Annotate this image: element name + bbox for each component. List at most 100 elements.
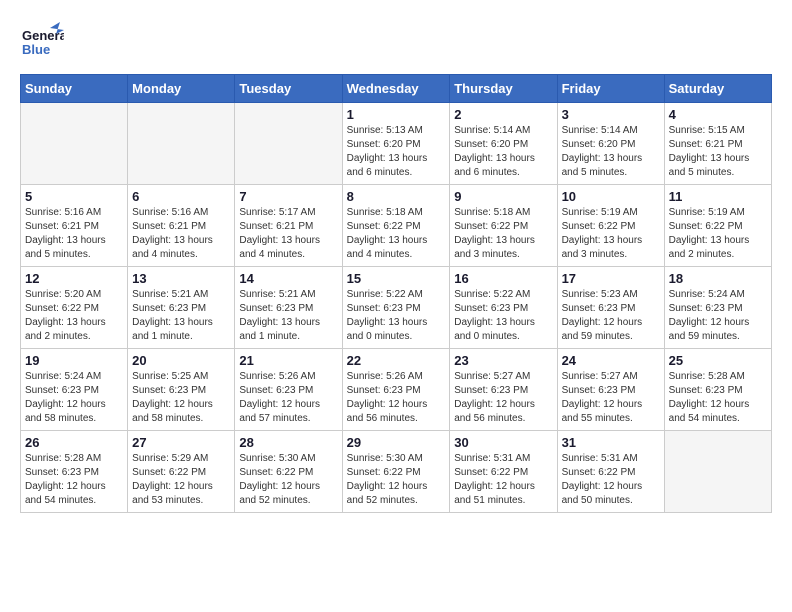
calendar-cell <box>664 431 771 513</box>
calendar-cell: 29Sunrise: 5:30 AMSunset: 6:22 PMDayligh… <box>342 431 450 513</box>
day-info: Sunrise: 5:27 AMSunset: 6:23 PMDaylight:… <box>454 370 552 426</box>
day-number: 3 <box>562 107 660 122</box>
week-row-2: 5 Sunrise: 5:16 AMSunset: 6:21 PMDaylight… <box>21 185 772 267</box>
calendar-cell: 24Sunrise: 5:27 AMSunset: 6:23 PMDayligh… <box>557 349 664 431</box>
calendar-cell: 18 Sunrise: 5:24 AMSunset: 6:23 PMDayligh… <box>664 267 771 349</box>
day-info: Sunrise: 5:25 AMSunset: 6:23 PMDaylight:… <box>132 370 230 426</box>
week-row-1: 1 Sunrise: 5:13 AMSunset: 6:20 PMDaylight… <box>21 103 772 185</box>
weekday-header-thursday: Thursday <box>450 75 557 103</box>
day-info: Sunrise: 5:30 AMSunset: 6:22 PMDaylight:… <box>347 452 446 508</box>
day-info: Sunrise: 5:15 AMSunset: 6:21 PMDaylight:… <box>669 124 767 180</box>
day-number: 26 <box>25 435 123 450</box>
day-info: Sunrise: 5:21 AMSunset: 6:23 PMDaylight:… <box>132 288 230 344</box>
day-info: Sunrise: 5:19 AMSunset: 6:22 PMDaylight:… <box>669 206 767 262</box>
week-row-3: 12Sunrise: 5:20 AMSunset: 6:22 PMDayligh… <box>21 267 772 349</box>
day-number: 22 <box>347 353 446 368</box>
calendar-cell: 23 Sunrise: 5:27 AMSunset: 6:23 PMDayligh… <box>450 349 557 431</box>
day-number: 23 <box>454 353 552 368</box>
day-info: Sunrise: 5:19 AMSunset: 6:22 PMDaylight:… <box>562 206 660 262</box>
day-number: 12 <box>25 271 123 286</box>
day-info: Sunrise: 5:18 AMSunset: 6:22 PMDaylight:… <box>454 206 552 262</box>
calendar-cell: 10 Sunrise: 5:19 AMSunset: 6:22 PMDayligh… <box>557 185 664 267</box>
day-number: 20 <box>132 353 230 368</box>
day-number: 6 <box>132 189 230 204</box>
day-number: 7 <box>239 189 337 204</box>
day-info: Sunrise: 5:24 AMSunset: 6:23 PMDaylight:… <box>669 288 767 344</box>
calendar-cell: 20 Sunrise: 5:25 AMSunset: 6:23 PMDayligh… <box>128 349 235 431</box>
day-info: Sunrise: 5:24 AMSunset: 6:23 PMDaylight:… <box>25 370 123 426</box>
calendar-cell: 31 Sunrise: 5:31 AMSunset: 6:22 PMDayligh… <box>557 431 664 513</box>
day-info: Sunrise: 5:16 AMSunset: 6:21 PMDaylight:… <box>25 206 123 262</box>
week-row-5: 26Sunrise: 5:28 AMSunset: 6:23 PMDayligh… <box>21 431 772 513</box>
page-header: General Blue <box>20 20 772 64</box>
calendar-cell: 16 Sunrise: 5:22 AMSunset: 6:23 PMDayligh… <box>450 267 557 349</box>
calendar-cell <box>235 103 342 185</box>
day-info: Sunrise: 5:16 AMSunset: 6:21 PMDaylight:… <box>132 206 230 262</box>
calendar-cell: 19 Sunrise: 5:24 AMSunset: 6:23 PMDayligh… <box>21 349 128 431</box>
weekday-header-row: SundayMondayTuesdayWednesdayThursdayFrid… <box>21 75 772 103</box>
logo: General Blue <box>20 20 64 64</box>
day-number: 27 <box>132 435 230 450</box>
calendar-cell: 1 Sunrise: 5:13 AMSunset: 6:20 PMDaylight… <box>342 103 450 185</box>
day-info: Sunrise: 5:22 AMSunset: 6:23 PMDaylight:… <box>347 288 446 344</box>
calendar-cell: 28 Sunrise: 5:30 AMSunset: 6:22 PMDayligh… <box>235 431 342 513</box>
day-number: 15 <box>347 271 446 286</box>
day-number: 10 <box>562 189 660 204</box>
day-number: 13 <box>132 271 230 286</box>
day-number: 16 <box>454 271 552 286</box>
calendar-cell: 15 Sunrise: 5:22 AMSunset: 6:23 PMDayligh… <box>342 267 450 349</box>
day-number: 4 <box>669 107 767 122</box>
day-info: Sunrise: 5:28 AMSunset: 6:23 PMDaylight:… <box>669 370 767 426</box>
day-info: Sunrise: 5:30 AMSunset: 6:22 PMDaylight:… <box>239 452 337 508</box>
day-number: 19 <box>25 353 123 368</box>
calendar-cell: 8Sunrise: 5:18 AMSunset: 6:22 PMDaylight… <box>342 185 450 267</box>
calendar-cell: 7 Sunrise: 5:17 AMSunset: 6:21 PMDaylight… <box>235 185 342 267</box>
day-info: Sunrise: 5:14 AMSunset: 6:20 PMDaylight:… <box>562 124 660 180</box>
calendar-cell: 17 Sunrise: 5:23 AMSunset: 6:23 PMDayligh… <box>557 267 664 349</box>
day-number: 17 <box>562 271 660 286</box>
day-number: 28 <box>239 435 337 450</box>
calendar-cell: 5 Sunrise: 5:16 AMSunset: 6:21 PMDaylight… <box>21 185 128 267</box>
svg-text:Blue: Blue <box>22 42 50 57</box>
day-info: Sunrise: 5:29 AMSunset: 6:22 PMDaylight:… <box>132 452 230 508</box>
weekday-header-wednesday: Wednesday <box>342 75 450 103</box>
week-row-4: 19 Sunrise: 5:24 AMSunset: 6:23 PMDayligh… <box>21 349 772 431</box>
day-info: Sunrise: 5:27 AMSunset: 6:23 PMDaylight:… <box>562 370 660 426</box>
calendar-cell: 13 Sunrise: 5:21 AMSunset: 6:23 PMDayligh… <box>128 267 235 349</box>
calendar-cell: 22Sunrise: 5:26 AMSunset: 6:23 PMDayligh… <box>342 349 450 431</box>
day-number: 2 <box>454 107 552 122</box>
day-number: 25 <box>669 353 767 368</box>
calendar-cell <box>128 103 235 185</box>
calendar-cell: 9 Sunrise: 5:18 AMSunset: 6:22 PMDaylight… <box>450 185 557 267</box>
day-info: Sunrise: 5:14 AMSunset: 6:20 PMDaylight:… <box>454 124 552 180</box>
day-info: Sunrise: 5:23 AMSunset: 6:23 PMDaylight:… <box>562 288 660 344</box>
calendar-cell: 4 Sunrise: 5:15 AMSunset: 6:21 PMDaylight… <box>664 103 771 185</box>
day-info: Sunrise: 5:13 AMSunset: 6:20 PMDaylight:… <box>347 124 446 180</box>
day-number: 30 <box>454 435 552 450</box>
calendar-cell: 3 Sunrise: 5:14 AMSunset: 6:20 PMDaylight… <box>557 103 664 185</box>
weekday-header-sunday: Sunday <box>21 75 128 103</box>
weekday-header-friday: Friday <box>557 75 664 103</box>
calendar-cell: 2 Sunrise: 5:14 AMSunset: 6:20 PMDaylight… <box>450 103 557 185</box>
weekday-header-monday: Monday <box>128 75 235 103</box>
day-info: Sunrise: 5:21 AMSunset: 6:23 PMDaylight:… <box>239 288 337 344</box>
logo-icon: General Blue <box>20 20 64 64</box>
day-number: 31 <box>562 435 660 450</box>
calendar-cell: 30 Sunrise: 5:31 AMSunset: 6:22 PMDayligh… <box>450 431 557 513</box>
weekday-header-tuesday: Tuesday <box>235 75 342 103</box>
calendar-cell: 6 Sunrise: 5:16 AMSunset: 6:21 PMDaylight… <box>128 185 235 267</box>
calendar-cell: 21 Sunrise: 5:26 AMSunset: 6:23 PMDayligh… <box>235 349 342 431</box>
day-info: Sunrise: 5:22 AMSunset: 6:23 PMDaylight:… <box>454 288 552 344</box>
day-info: Sunrise: 5:26 AMSunset: 6:23 PMDaylight:… <box>239 370 337 426</box>
day-number: 18 <box>669 271 767 286</box>
calendar-cell: 26Sunrise: 5:28 AMSunset: 6:23 PMDayligh… <box>21 431 128 513</box>
day-number: 21 <box>239 353 337 368</box>
day-number: 1 <box>347 107 446 122</box>
day-info: Sunrise: 5:31 AMSunset: 6:22 PMDaylight:… <box>562 452 660 508</box>
day-number: 5 <box>25 189 123 204</box>
day-number: 9 <box>454 189 552 204</box>
day-info: Sunrise: 5:31 AMSunset: 6:22 PMDaylight:… <box>454 452 552 508</box>
calendar-cell: 14Sunrise: 5:21 AMSunset: 6:23 PMDayligh… <box>235 267 342 349</box>
calendar-cell <box>21 103 128 185</box>
day-info: Sunrise: 5:17 AMSunset: 6:21 PMDaylight:… <box>239 206 337 262</box>
